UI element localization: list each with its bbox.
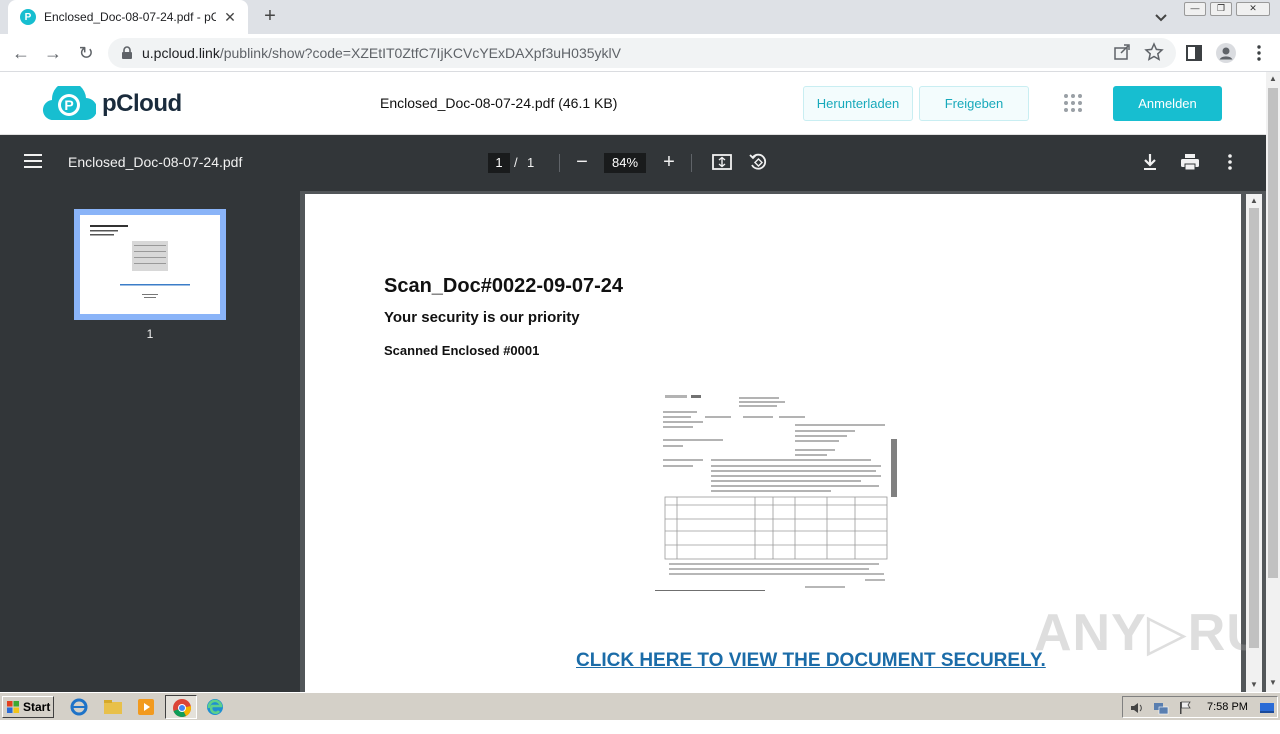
windows-flag-icon (7, 701, 19, 713)
pcloud-header: P pCloud Enclosed_Doc-08-07-24.pdf (46.1… (0, 72, 1266, 135)
file-explorer-icon[interactable] (102, 697, 124, 717)
start-label: Start (23, 700, 51, 714)
logo-text: pCloud (102, 90, 182, 117)
tab-strip: P Enclosed_Doc-08-07-24.pdf - pCloud ✕ +… (0, 0, 1280, 34)
windows-taskbar: Start 7:58 PM (0, 692, 1280, 720)
minimize-window-button[interactable]: — (1184, 2, 1206, 16)
pcloud-favicon-icon: P (20, 9, 36, 25)
apps-grid-icon[interactable] (1064, 94, 1084, 114)
pdf-title: Enclosed_Doc-08-07-24.pdf (68, 154, 243, 170)
download-button[interactable]: Herunterladen (803, 86, 913, 121)
page-thumbnail[interactable] (74, 209, 226, 320)
page-scroll-up-arrow-icon[interactable]: ▲ (1266, 74, 1280, 83)
tab-title: Enclosed_Doc-08-07-24.pdf - pCloud (44, 10, 216, 24)
zoom-input[interactable]: 84% (604, 153, 646, 173)
close-tab-icon[interactable]: ✕ (222, 9, 238, 26)
pdf-scroll-thumb[interactable] (1249, 208, 1259, 648)
fit-to-page-icon[interactable] (711, 151, 733, 173)
document-scan-label: Scanned Enclosed #0001 (384, 343, 540, 358)
pdf-toolbar: Enclosed_Doc-08-07-24.pdf 1 / 1 − 84% + (0, 135, 1266, 191)
new-tab-button[interactable]: + (258, 5, 282, 29)
divider (691, 154, 692, 172)
more-options-icon[interactable] (1219, 151, 1241, 173)
forward-arrow-icon[interactable]: → (40, 40, 66, 66)
lock-icon (122, 46, 132, 59)
system-tray: 7:58 PM (1122, 696, 1278, 718)
action-center-flag-icon[interactable] (1177, 700, 1193, 716)
pcloud-logo[interactable]: P pCloud (42, 86, 182, 122)
download-icon[interactable] (1139, 151, 1161, 173)
clock: 7:58 PM (1207, 701, 1248, 713)
file-info: Enclosed_Doc-08-07-24.pdf (46.1 KB) (380, 95, 618, 111)
media-player-icon[interactable] (135, 697, 157, 717)
scanned-invoice-image (655, 395, 897, 591)
restore-window-button[interactable]: ❐ (1210, 2, 1232, 16)
zoom-in-button[interactable]: + (657, 151, 681, 175)
browser-toolbar: ← → ↻ u.pcloud.link/publink/show?code=XZ… (0, 34, 1280, 72)
internet-explorer-icon[interactable] (68, 697, 90, 717)
chevron-down-icon[interactable] (1152, 8, 1170, 26)
close-window-button[interactable]: ✕ (1236, 2, 1270, 16)
bookmark-star-icon[interactable] (1144, 42, 1164, 62)
anyrun-watermark: ANY▷RUN (1034, 604, 1280, 662)
url-text: u.pcloud.link/publink/show?code=XZEtIT0Z… (142, 45, 621, 61)
phishing-link[interactable]: CLICK HERE TO VIEW THE DOCUMENT SECURELY… (576, 650, 1046, 672)
side-panel-icon[interactable] (1183, 42, 1205, 64)
print-icon[interactable] (1179, 151, 1201, 173)
browser-menu-icon[interactable] (1248, 42, 1270, 64)
show-desktop-icon[interactable] (1259, 700, 1275, 716)
document-subtitle: Your security is our priority (384, 309, 580, 326)
pcloud-cloud-icon: P (43, 86, 96, 121)
share-page-icon[interactable] (1112, 42, 1132, 62)
edge-icon[interactable] (204, 697, 226, 717)
page-total: 1 (527, 155, 535, 170)
reload-icon[interactable]: ↻ (73, 40, 99, 66)
page-scroll-thumb[interactable] (1268, 88, 1278, 578)
volume-icon[interactable] (1129, 700, 1145, 716)
hamburger-menu-icon[interactable] (24, 154, 42, 168)
scroll-up-arrow-icon[interactable]: ▲ (1246, 196, 1262, 205)
divider (559, 154, 560, 172)
page-scrollbar[interactable]: ▲ ▼ (1266, 72, 1280, 692)
document-title: Scan_Doc#0022-09-07-24 (384, 275, 624, 297)
profile-avatar-icon[interactable] (1215, 42, 1237, 64)
browser-tab[interactable]: P Enclosed_Doc-08-07-24.pdf - pCloud ✕ (8, 0, 248, 34)
pdf-scrollbar[interactable]: ▲ ▼ (1246, 194, 1262, 692)
url-domain: u.pcloud.link (142, 45, 220, 61)
network-icon[interactable] (1153, 700, 1169, 716)
page-scroll-down-arrow-icon[interactable]: ▼ (1266, 678, 1280, 687)
svg-text:P: P (64, 97, 73, 113)
url-path: /publink/show?code=XZEtIT0ZtfC7IjKCVcYEx… (219, 45, 621, 61)
start-button[interactable]: Start (2, 696, 54, 718)
thumbnail-preview (90, 225, 190, 298)
address-bar[interactable]: u.pcloud.link/publink/show?code=XZEtIT0Z… (108, 38, 1176, 68)
page-separator: / (514, 155, 518, 170)
chrome-icon (173, 699, 192, 717)
share-button[interactable]: Freigeben (919, 86, 1029, 121)
zoom-out-button[interactable]: − (570, 151, 594, 175)
page-number-input[interactable]: 1 (488, 153, 510, 173)
thumbnail-sidebar: 1 (0, 191, 300, 692)
signin-button[interactable]: Anmelden (1113, 86, 1222, 121)
thumbnail-page-number: 1 (146, 327, 154, 341)
back-arrow-icon[interactable]: ← (8, 40, 34, 66)
chrome-taskbar-button[interactable] (165, 695, 197, 719)
pdf-main-view: Scan_Doc#0022-09-07-24 Your security is … (300, 191, 1280, 734)
rotate-icon[interactable] (747, 151, 769, 173)
scroll-down-arrow-icon[interactable]: ▼ (1246, 680, 1262, 689)
